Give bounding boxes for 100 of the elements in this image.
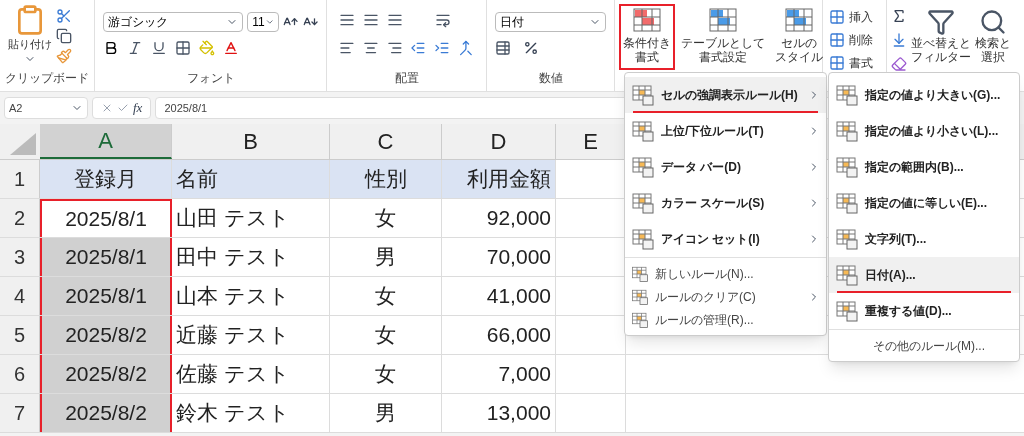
table-cell-text: 登録月 — [73, 166, 138, 193]
align-right-icon[interactable] — [386, 40, 403, 56]
table-cell-text: 男 — [374, 400, 397, 427]
indent-increase-icon[interactable] — [434, 40, 451, 56]
group-label: 配置 — [393, 70, 420, 87]
cells-button[interactable]: 削除 — [829, 31, 880, 49]
number-format-field[interactable]: 日付 — [495, 12, 606, 32]
indent-decrease-icon[interactable] — [410, 40, 427, 56]
menu-item[interactable]: カラー スケール(S) — [625, 185, 826, 221]
table-rule-icon — [631, 83, 655, 107]
borders-icon[interactable] — [175, 40, 191, 56]
style-button[interactable]: セルの スタイル — [771, 4, 827, 70]
menu-item[interactable]: 文字列(T)... — [829, 221, 1019, 257]
table-cell-text: 2025/8/2 — [64, 322, 148, 349]
cells-button[interactable]: 挿入 — [829, 8, 880, 26]
table-rule-icon — [835, 227, 859, 251]
row-header[interactable]: 3 — [0, 238, 40, 276]
table-cell-text: 利用金額 — [466, 166, 552, 193]
menu-item[interactable]: その他のルール(M)... — [829, 334, 1019, 357]
table-rule-icon — [631, 191, 655, 215]
menu-item[interactable]: データ バー(D) — [625, 149, 826, 185]
clear-icon[interactable] — [891, 56, 907, 72]
row-header[interactable]: 4 — [0, 277, 40, 315]
menu-label: データ バー(D) — [661, 159, 741, 176]
menu-item[interactable]: 新しいルール(N)... — [625, 262, 826, 285]
align-top-icon[interactable] — [339, 12, 355, 28]
fill-icon[interactable] — [891, 32, 907, 48]
row-header[interactable]: 1 — [0, 160, 40, 198]
table-cell-text: 山田 テスト — [175, 205, 291, 232]
table-cell-text: 女 — [374, 361, 397, 388]
table-rule-icon — [835, 119, 859, 143]
filter-icon — [927, 8, 955, 36]
font-size-field[interactable]: 11 — [247, 12, 280, 32]
table-cell-text: 2025/8/1 — [64, 244, 148, 271]
table-rule-icon — [631, 227, 655, 251]
style-button[interactable]: 条件付き 書式 — [619, 4, 675, 70]
merge-icon[interactable] — [458, 40, 474, 56]
font-color-icon[interactable] — [223, 40, 239, 56]
menu-item[interactable]: ルールのクリア(C) — [625, 285, 826, 308]
bold-icon[interactable] — [103, 40, 119, 56]
table-cell-text: 2025/8/1 — [64, 206, 148, 233]
menu-item[interactable]: アイコン セット(I) — [625, 221, 826, 257]
table-rule-icon — [631, 264, 649, 283]
autosum-icon[interactable] — [891, 8, 907, 24]
table-cell-text: 13,000 — [485, 400, 552, 427]
table-cell-text: 男 — [374, 244, 397, 271]
menu-label: ルールの管理(R)... — [655, 311, 754, 329]
table-cell-text: 名前 — [175, 166, 219, 193]
menu-label: 日付(A)... — [865, 267, 916, 284]
function-label[interactable]: fx — [133, 98, 143, 118]
fill-color-icon[interactable] — [199, 40, 215, 56]
row-header[interactable]: 2 — [0, 199, 40, 237]
wrap-text-icon[interactable] — [435, 12, 451, 28]
align-middle-icon[interactable] — [363, 12, 379, 28]
align-left-icon[interactable] — [339, 40, 355, 56]
menu-item[interactable]: ルールの管理(R)... — [625, 308, 826, 331]
menu-item[interactable]: 指定の範囲内(B)... — [829, 149, 1019, 185]
name-box[interactable]: A2 — [4, 97, 88, 119]
column-header[interactable]: A — [40, 124, 172, 159]
cancel-icon[interactable] — [101, 102, 113, 114]
row-header[interactable]: 7 — [0, 394, 40, 432]
style-button[interactable]: テーブルとして 書式設定 — [677, 4, 769, 70]
cells-button[interactable]: 書式 — [829, 54, 880, 72]
align-center-icon[interactable] — [362, 40, 379, 56]
table-cell-text: 佐藤 テスト — [175, 361, 291, 388]
table-cell-text: 近藤 テスト — [175, 322, 291, 349]
table-rule-icon — [835, 191, 859, 215]
menu-label: 指定の値より小さい(L)... — [865, 123, 999, 140]
enter-icon[interactable] — [117, 102, 129, 114]
paste-button[interactable]: 貼り付け — [8, 4, 52, 69]
menu-item[interactable]: 指定の値に等しい(E)... — [829, 185, 1019, 221]
menu-label: 文字列(T)... — [865, 231, 927, 248]
underline-icon[interactable] — [151, 40, 167, 56]
cut-icon[interactable] — [56, 8, 72, 24]
menu-item[interactable]: 重複する値(D)... — [829, 293, 1019, 329]
table-rule-icon — [835, 263, 859, 287]
table-cell-text: 7,000 — [497, 361, 552, 388]
grid-icon — [829, 55, 845, 71]
menu-label: ルールのクリア(C) — [655, 288, 756, 306]
percent-icon[interactable] — [523, 40, 539, 56]
row-header[interactable]: 6 — [0, 355, 40, 393]
menu-label: 重複する値(D)... — [865, 303, 952, 320]
align-bottom-icon[interactable] — [387, 12, 403, 28]
copy-icon[interactable] — [56, 28, 72, 44]
column-header[interactable]: B — [172, 124, 330, 159]
table-cell-text: 女 — [374, 205, 397, 232]
group-label: 数値 — [537, 70, 564, 87]
table-cell-text: 70,000 — [485, 244, 552, 271]
table-rule-icon — [835, 155, 859, 179]
table-cell-text: 92,000 — [485, 205, 552, 232]
menu-item[interactable]: セルの強調表示ルール(H) — [625, 77, 826, 113]
search-icon — [979, 8, 1007, 36]
table-cell-text: 山本 テスト — [175, 283, 291, 310]
italic-icon[interactable] — [127, 40, 143, 56]
menu-label: 上位/下位ルール(T) — [661, 123, 764, 140]
menu-item[interactable]: 日付(A)... — [829, 257, 1019, 293]
column-header[interactable]: D — [442, 124, 556, 159]
row-header[interactable]: 5 — [0, 316, 40, 354]
font-name-field[interactable]: 游ゴシック — [103, 12, 244, 32]
column-header[interactable]: C — [330, 124, 442, 159]
